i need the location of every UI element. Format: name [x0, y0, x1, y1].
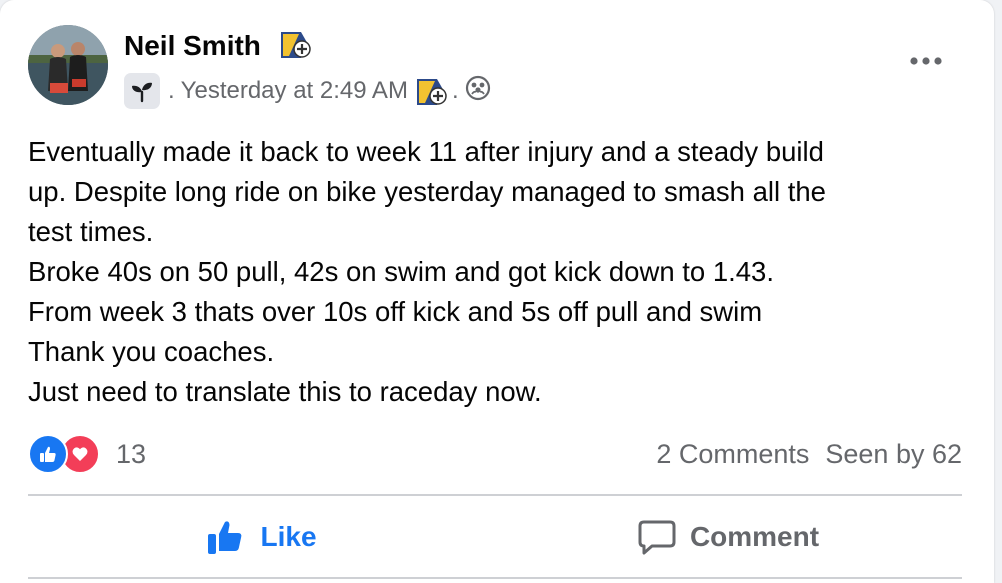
- comments-count-link[interactable]: 2 Comments: [656, 439, 809, 470]
- group-sprout-icon[interactable]: [124, 73, 160, 109]
- post-timestamp[interactable]: Yesterday at 2:49 AM: [181, 77, 408, 105]
- engagement-stats: 2 Comments Seen by 62: [656, 439, 962, 470]
- meta-separator: .: [168, 77, 175, 104]
- badge-icon[interactable]: [278, 27, 312, 61]
- post-text-line: up. Despite long ride on bike yesterday …: [28, 176, 826, 207]
- group-privacy-icon[interactable]: [465, 75, 491, 108]
- post-text-line: Broke 40s on 50 pull, 42s on swim and go…: [28, 256, 774, 287]
- action-bar: Like Comment: [28, 500, 962, 574]
- seen-by-link[interactable]: Seen by 62: [825, 439, 962, 470]
- thumbs-up-icon: [28, 434, 68, 474]
- post-stats: 13 2 Comments Seen by 62: [28, 432, 962, 476]
- like-button[interactable]: Like: [28, 500, 495, 574]
- comment-label: Comment: [689, 521, 820, 552]
- more-options-icon[interactable]: [904, 44, 948, 78]
- avatar-photo: [28, 25, 108, 105]
- post-text-line: Thank you coaches.: [28, 336, 275, 367]
- divider: [28, 577, 962, 579]
- like-label: Like: [260, 521, 317, 552]
- divider: [28, 494, 962, 496]
- post-meta: . Yesterday at 2:49 AM .: [124, 70, 491, 112]
- post-text-line: Just need to translate this to raceday n…: [28, 376, 542, 407]
- post-text-line: Eventually made it back to week 11 after…: [28, 136, 824, 167]
- post-body: Eventually made it back to week 11 after…: [28, 132, 968, 412]
- post-card: Neil Smith . Yesterday at 2:49 AM . Even…: [0, 0, 994, 583]
- thumbs-up-icon: [208, 521, 242, 554]
- comment-button[interactable]: Comment: [495, 500, 962, 574]
- avatar[interactable]: [28, 25, 108, 105]
- comment-bubble-icon: [638, 520, 676, 555]
- reactions-summary[interactable]: 13: [28, 434, 146, 474]
- reaction-count: 13: [116, 438, 147, 469]
- meta-separator: .: [451, 77, 459, 104]
- post-text-line: From week 3 thats over 10s off kick and …: [28, 296, 763, 327]
- post-text-line: test times.: [28, 216, 154, 247]
- badge-icon[interactable]: [414, 74, 448, 108]
- author-name[interactable]: Neil Smith: [124, 30, 261, 62]
